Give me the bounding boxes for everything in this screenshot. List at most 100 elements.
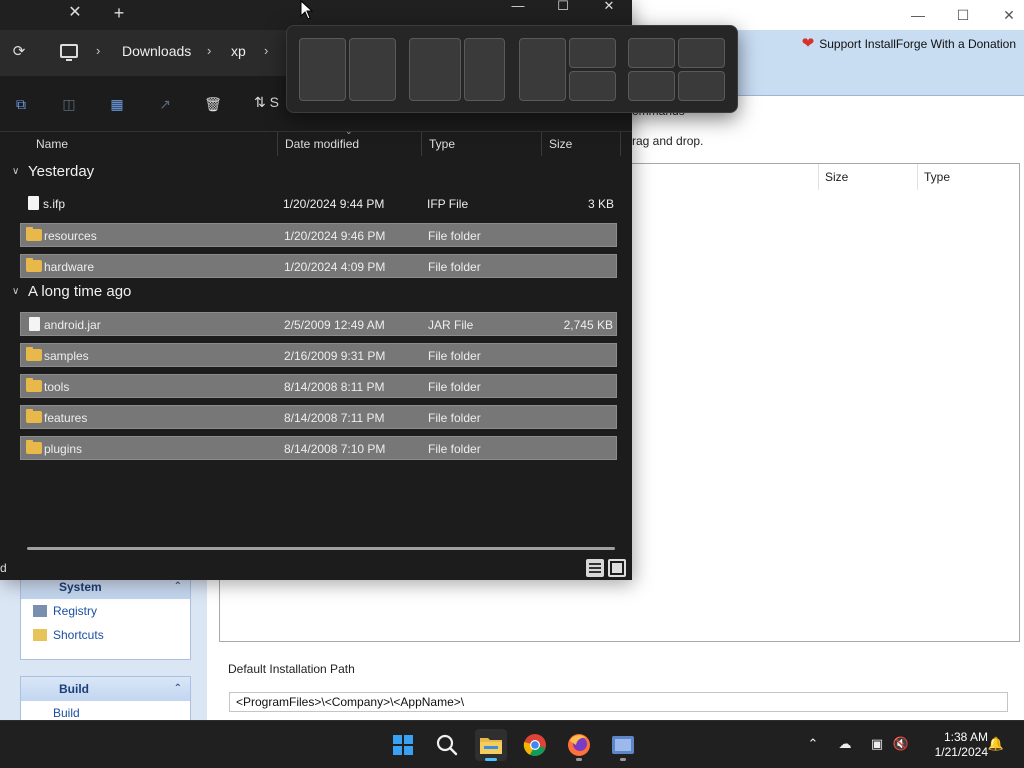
paste-icon[interactable]: ◫ — [59, 94, 79, 114]
sidebar-item-registry[interactable]: Registry — [21, 599, 190, 623]
file-date: 8/14/2008 7:10 PM — [284, 442, 386, 456]
snap-zone-quad-bottom-left[interactable] — [628, 71, 675, 101]
snap-zone-narrow-right[interactable] — [464, 38, 505, 101]
file-name: features — [44, 411, 88, 425]
breadcrumb-downloads[interactable]: Downloads — [122, 43, 191, 59]
group-header[interactable]: ∨ Yesterday — [12, 163, 94, 180]
file-date: 1/20/2024 9:46 PM — [284, 229, 386, 243]
registry-icon — [33, 605, 47, 617]
volume-muted-icon[interactable]: 🔇 — [891, 733, 911, 755]
file-date: 1/20/2024 4:09 PM — [284, 260, 386, 274]
build-panel-header[interactable]: Build ⌃ — [21, 677, 190, 701]
snap-zone-wide-left[interactable] — [409, 38, 461, 101]
sort-icon: ⇅ — [254, 94, 266, 110]
status-bar: d — [0, 556, 632, 580]
file-date: 8/14/2008 7:11 PM — [284, 411, 385, 425]
snap-zone-left-column[interactable] — [519, 38, 566, 101]
snap-zone-half-left[interactable] — [299, 38, 346, 101]
maximize-button[interactable]: ☐ — [547, 0, 579, 16]
file-name: plugins — [44, 442, 83, 456]
new-tab-button[interactable]: + — [107, 2, 131, 24]
taskbar-installforge[interactable] — [607, 729, 639, 761]
file-row[interactable]: features 8/14/2008 7:11 PM File folder — [20, 405, 617, 429]
install-path-group: Default Installation Path — [219, 662, 1019, 720]
file-row[interactable]: resources 1/20/2024 9:46 PM File folder — [20, 223, 617, 247]
installforge-sidebar: System ⌃ Registry Shortcuts Build ⌃ Buil… — [0, 574, 207, 726]
donate-link[interactable]: ❤ Support InstallForge With a Donation — [802, 36, 1016, 51]
start-button[interactable] — [387, 729, 419, 761]
chevron-down-icon[interactable]: ∨ — [12, 166, 22, 177]
column-type[interactable]: Type — [421, 132, 541, 156]
close-button[interactable]: ✕ — [997, 4, 1021, 26]
sidebar-item-shortcuts[interactable]: Shortcuts — [21, 623, 190, 647]
file-date: 2/5/2009 12:49 AM — [284, 318, 385, 332]
minimize-button[interactable]: — — [906, 4, 930, 26]
network-icon[interactable]: ▣ — [867, 733, 887, 755]
chevron-right-icon[interactable]: › — [207, 43, 211, 58]
file-name: android.jar — [44, 318, 101, 332]
group-header[interactable]: ∨ A long time ago — [12, 283, 131, 300]
copy-icon[interactable]: ⧉ — [11, 94, 31, 114]
collapse-icon[interactable]: ⌃ — [174, 677, 182, 701]
minimize-button[interactable]: — — [502, 0, 534, 16]
file-row[interactable]: tools 8/14/2008 8:11 PM File folder — [20, 374, 617, 398]
snap-zone-quad-top-left[interactable] — [628, 38, 675, 68]
tab-close-icon[interactable]: ✕ — [63, 2, 87, 24]
taskbar-firefox[interactable] — [563, 729, 595, 761]
refresh-icon[interactable]: ⟳ — [9, 42, 29, 62]
file-row[interactable]: plugins 8/14/2008 7:10 PM File folder — [20, 436, 617, 460]
chevron-down-icon[interactable]: ∨ — [12, 286, 22, 297]
delete-icon[interactable]: 🗑 — [203, 94, 223, 114]
taskbar-file-explorer[interactable] — [475, 729, 507, 761]
onedrive-icon[interactable]: ☁ — [835, 733, 855, 755]
tiles-view-icon[interactable] — [608, 559, 626, 577]
folder-icon — [26, 378, 42, 392]
folder-icon — [26, 258, 42, 272]
taskbar-chrome[interactable] — [519, 729, 551, 761]
install-path-input[interactable] — [229, 692, 1008, 712]
group-label: Yesterday — [28, 163, 95, 180]
firefox-icon — [568, 734, 590, 756]
chevron-right-icon[interactable]: › — [264, 43, 268, 58]
file-type: JAR File — [428, 318, 474, 332]
chevron-up-icon[interactable]: ⌃ — [803, 733, 823, 755]
file-row[interactable]: s.ifp 1/20/2024 9:44 PM IFP File 3 KB — [20, 192, 617, 216]
close-button[interactable]: ✕ — [593, 0, 625, 16]
file-row[interactable]: samples 2/16/2009 9:31 PM File folder — [20, 343, 617, 367]
snap-zone-quad-bottom-right[interactable] — [678, 71, 725, 101]
sort-button[interactable]: ⇅ S — [254, 94, 279, 111]
file-date: 1/20/2024 9:44 PM — [283, 197, 385, 211]
column-size[interactable]: Size — [541, 132, 621, 156]
column-header: Name Date modified Type Size — [0, 132, 632, 156]
folder-icon — [26, 440, 42, 454]
donate-text: Support InstallForge With a Donation — [819, 37, 1016, 51]
snap-zone-half-right[interactable] — [349, 38, 396, 101]
computer-icon[interactable] — [60, 44, 78, 61]
snap-zone-top-right[interactable] — [569, 38, 616, 68]
column-type[interactable]: Type — [917, 164, 1020, 190]
notification-bell-icon[interactable]: 🔔 — [986, 733, 1006, 755]
search-button[interactable] — [431, 729, 463, 761]
breadcrumb-xp[interactable]: xp — [231, 43, 246, 59]
rename-icon[interactable]: ▦ — [107, 94, 127, 114]
file-type: File folder — [428, 380, 481, 394]
snap-zone-quad-top-right[interactable] — [678, 38, 725, 68]
details-view-icon[interactable] — [586, 559, 604, 577]
file-row[interactable]: android.jar 2/5/2009 12:49 AM JAR File 2,74… — [20, 312, 617, 336]
file-size: 3 KB — [587, 197, 614, 211]
share-icon[interactable]: ↗ — [155, 94, 175, 114]
file-name: hardware — [44, 260, 95, 274]
column-name[interactable]: Name — [29, 132, 277, 156]
file-size: 2,745 KB — [563, 318, 613, 332]
horizontal-scrollbar[interactable] — [27, 547, 615, 550]
column-date-modified[interactable]: Date modified — [277, 132, 421, 156]
maximize-button[interactable]: ☐ — [951, 4, 975, 26]
column-size[interactable]: Size — [818, 164, 916, 190]
chevron-right-icon[interactable]: › — [96, 43, 100, 58]
snap-zone-bottom-right[interactable] — [569, 71, 616, 101]
chrome-icon — [523, 734, 546, 756]
system-clock[interactable]: 1:38 AM 1/21/2024 — [916, 730, 988, 760]
file-row[interactable]: hardware 1/20/2024 4:09 PM File folder — [20, 254, 617, 278]
installforge-icon — [612, 736, 634, 754]
install-path-label: Default Installation Path — [228, 662, 355, 676]
